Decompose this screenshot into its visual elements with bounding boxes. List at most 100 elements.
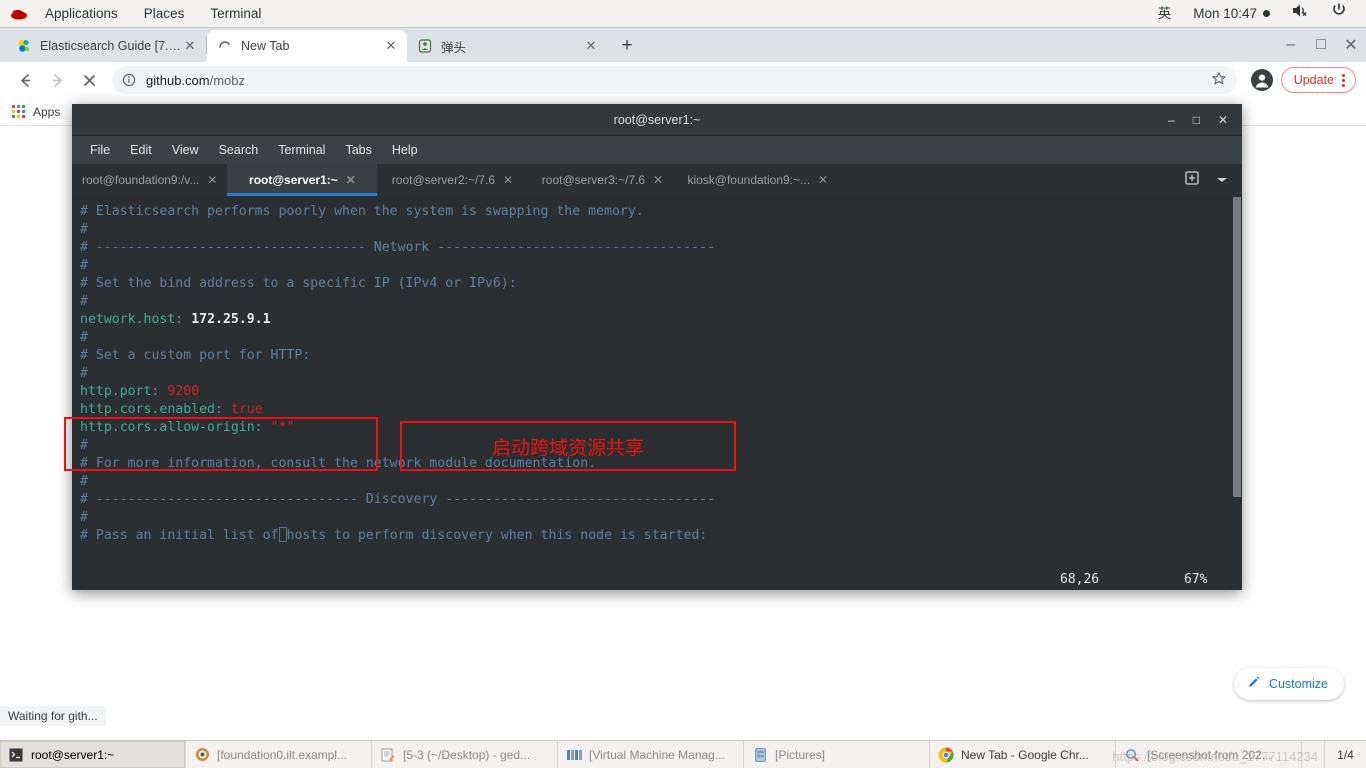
terminal-menu-search[interactable]: Search [209,136,269,164]
terminal-line-10: http.port: 9200 [80,384,200,399]
browser-tab-1-close[interactable]: ✕ [383,38,399,54]
terminal-line-7: # [80,330,88,345]
browser-tab-0[interactable]: Elasticsearch Guide [7.6] | ✕ [6,30,206,62]
terminal-titlebar[interactable]: root@server1:~ – □ ✕ [72,104,1242,136]
terminal-close-button[interactable]: ✕ [1218,113,1228,127]
profile-avatar-icon[interactable] [1250,69,1273,91]
terminal-line-8: # Set a custom port for HTTP: [80,348,311,363]
browser-tab-1[interactable]: New Tab ✕ [207,30,407,62]
browser-tab-0-title: Elasticsearch Guide [7.6] | [40,39,182,53]
terminal-tab-3-label: root@server3:~/7.6 [541,173,646,187]
browser-window-controls: – □ ✕ [1276,28,1366,62]
taskbar-item-chrome[interactable]: New Tab - Google Chr... [930,741,1116,768]
window-list-taskbar: root@server1:~ [foundation0.ilt.exampl..… [0,740,1366,768]
terminal-scrollbar[interactable] [1232,197,1242,590]
vnc-icon [194,747,210,763]
terminal-line-9: # [80,366,88,381]
chevron-down-icon[interactable] [1216,171,1228,189]
terminal-tab-4[interactable]: kiosk@foundation9:~... ✕ [677,164,838,196]
arrow-back-icon[interactable] [10,65,40,95]
terminal-line-4: # Set the bind address to a specific IP … [80,276,517,291]
panel-left-group: Applications Places Terminal [0,0,274,27]
terminal-output[interactable]: # Elasticsearch performs poorly when the… [72,197,1242,590]
workspace-indicator[interactable]: 1/4 [1324,741,1366,768]
terminal-tab-1[interactable]: root@server1:~ ✕ [227,164,378,196]
menu-places[interactable]: Places [131,0,198,27]
address-bar[interactable]: github.com/mobz [112,66,1237,94]
browser-maximize-button[interactable]: □ [1306,30,1336,60]
bookmark-star-icon[interactable] [1211,71,1227,90]
terminal-menu-edit[interactable]: Edit [120,136,162,164]
taskbar-item-virt-manager[interactable]: [Virtual Machine Manag... [558,741,744,768]
terminal-tab-0-close[interactable]: ✕ [207,173,217,187]
taskbar-item-screenshot[interactable]: [Screenshot from 202... [1116,741,1302,768]
annotation-note-text: 启动跨域资源共享 [491,436,644,459]
generic-favicon [417,38,433,54]
three-dot-menu-icon[interactable] [1342,73,1345,87]
clock[interactable]: Mon 10:47 [1182,0,1281,27]
annotation-highlight-box [64,417,378,471]
terminal-menu-tabs[interactable]: Tabs [335,136,381,164]
terminal-window: root@server1:~ – □ ✕ File Edit View Sear… [72,104,1242,590]
apps-grid-icon[interactable] [12,105,25,118]
terminal-line-1: # [80,222,88,237]
terminal-title-label: root@server1:~ [613,112,701,127]
terminal-tab-actions [1170,164,1242,196]
browser-close-button[interactable]: ✕ [1336,30,1366,60]
bookmark-apps-label[interactable]: Apps [33,105,60,119]
taskbar-item-vnc[interactable]: [foundation0.ilt.exampl... [186,741,372,768]
browser-minimize-button[interactable]: – [1276,30,1306,60]
terminal-minimize-button[interactable]: – [1168,113,1175,127]
vim-scroll-percent: 67% [1184,571,1208,587]
loading-spinner-icon [217,38,233,54]
terminal-tab-2-close[interactable]: ✕ [503,173,513,187]
terminal-menu-terminal[interactable]: Terminal [268,136,335,164]
new-terminal-tab-icon[interactable] [1184,170,1200,191]
terminal-menu-file[interactable]: File [80,136,120,164]
taskbar-item-pictures[interactable]: [Pictures] [744,741,930,768]
terminal-menu-help[interactable]: Help [382,136,428,164]
update-button[interactable]: Update [1280,67,1356,93]
terminal-icon [8,747,24,763]
terminal-tab-2[interactable]: root@server2:~/7.6 ✕ [377,164,527,196]
browser-tab-0-close[interactable]: ✕ [182,38,198,54]
terminal-tab-0-label: root@foundation9:/v... [82,173,200,187]
terminal-line-18-after: hosts to perform discovery when this nod… [286,528,708,543]
power-icon[interactable] [1320,0,1358,27]
terminal-tab-3-close[interactable]: ✕ [653,173,663,187]
taskbar-item-terminal[interactable]: root@server1:~ [0,741,186,768]
clock-label: Mon 10:47 [1193,6,1257,21]
page-info-icon[interactable] [122,73,136,87]
files-icon [752,747,768,763]
terminal-maximize-button[interactable]: □ [1193,113,1200,127]
customize-button[interactable]: Customize [1233,668,1344,700]
arrow-forward-icon[interactable] [42,65,72,95]
menu-terminal[interactable]: Terminal [197,0,274,27]
browser-tab-2-title: 弹头 [441,40,467,55]
terminal-tab-0[interactable]: root@foundation9:/v... ✕ [72,164,227,196]
stop-loading-icon[interactable] [74,65,104,95]
terminal-line-10-value: 9200 [167,384,200,399]
terminal-line-6: network.host: 172.25.9.1 [80,312,271,327]
terminal-tab-4-label: kiosk@foundation9:~... [687,173,811,187]
menu-applications[interactable]: Applications [32,0,131,27]
terminal-line-3: # [80,258,88,273]
terminal-line-2: # ---------------------------------- Net… [80,240,716,255]
terminal-menu-view[interactable]: View [162,136,209,164]
taskbar-item-gedit-label: [5-3 (~/Desktop) - ged... [403,747,531,762]
taskbar-item-gedit[interactable]: [5-3 (~/Desktop) - ged... [372,741,558,768]
new-tab-button[interactable]: + [613,32,641,60]
browser-tab-2[interactable]: 弹头 ✕ [407,30,607,62]
panel-right-group: 英 Mon 10:47 [1147,0,1366,27]
terminal-scrollbar-thumb[interactable] [1233,197,1241,497]
volume-muted-icon[interactable] [1281,0,1320,27]
terminal-tab-3[interactable]: root@server3:~/7.6 ✕ [527,164,677,196]
update-button-label: Update [1293,73,1334,87]
browser-tab-2-close[interactable]: ✕ [583,38,599,54]
annotation-note-box: 启动跨域资源共享 [400,421,736,471]
terminal-tab-4-close[interactable]: ✕ [818,173,828,187]
terminal-tab-1-close[interactable]: ✕ [346,173,356,187]
address-bar-path: /mobz [209,72,245,88]
input-method-indicator[interactable]: 英 [1147,0,1183,27]
elastic-favicon [16,38,32,54]
